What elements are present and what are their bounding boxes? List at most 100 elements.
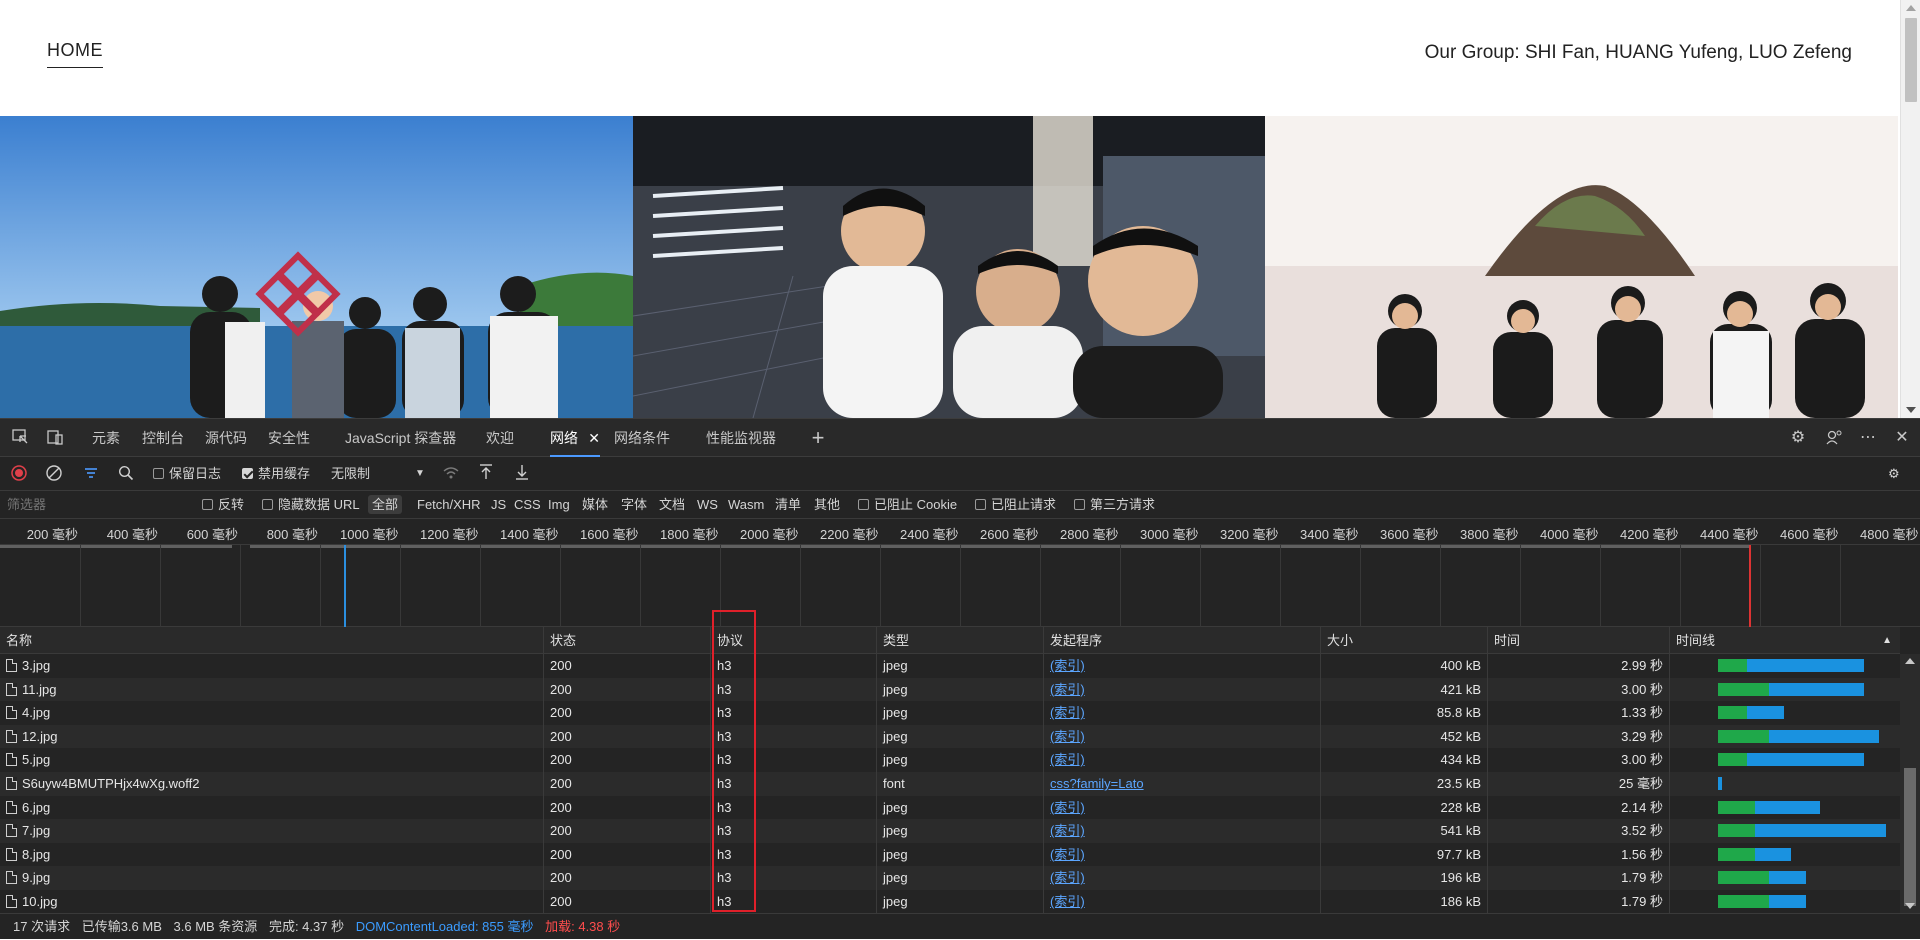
tab-js-profiler[interactable]: JavaScript 探查器 (345, 419, 456, 457)
checkbox-box[interactable] (1074, 499, 1085, 510)
table-row[interactable]: 12.jpg 200 h3 jpeg (索引) 452 kB 3.29 秒 (0, 724, 1900, 749)
cell-initiator[interactable]: (索引) (1044, 819, 1321, 843)
table-row[interactable]: 10.jpg 200 h3 jpeg (索引) 186 kB 1.79 秒 (0, 890, 1900, 913)
filter-type-css[interactable]: CSS (514, 491, 541, 518)
cell-initiator[interactable]: (索引) (1044, 677, 1321, 702)
cell-initiator[interactable]: (索引) (1044, 842, 1321, 867)
checkbox-box[interactable] (202, 499, 213, 510)
more-options-icon[interactable]: ⋯ (1858, 428, 1878, 448)
table-row[interactable]: S6uyw4BMUTPHjx4wXg.woff2 200 h3 font css?fam… (0, 772, 1900, 796)
close-devtools-icon[interactable]: ✕ (1892, 428, 1912, 448)
import-har-icon[interactable] (478, 457, 494, 491)
checkbox-box[interactable] (858, 499, 869, 510)
col-header-waterfall[interactable]: 时间线 ▲ (1670, 627, 1900, 654)
tab-network-conditions[interactable]: 网络条件 (614, 419, 670, 457)
filter-type-wasm[interactable]: Wasm (728, 491, 764, 518)
tab-performance-monitor[interactable]: 性能监视器 (706, 419, 776, 457)
blocked-requests-checkbox[interactable]: 已阻止请求 (975, 491, 1056, 518)
filter-type-media[interactable]: 媒体 (582, 491, 608, 518)
filter-type-font[interactable]: 字体 (621, 491, 647, 518)
checkbox-box[interactable] (975, 499, 986, 510)
network-overview-timeline[interactable]: 200 毫秒 400 毫秒 600 毫秒 800 毫秒 1000 毫秒 1200 毫秒 14… (0, 519, 1920, 627)
close-tab-icon[interactable]: ✕ (588, 419, 600, 457)
hide-data-url-checkbox[interactable]: 隐藏数据 URL (262, 491, 360, 518)
cell-initiator-text[interactable]: (索引) (1050, 870, 1085, 885)
tab-console[interactable]: 控制台 (142, 419, 184, 457)
blocked-cookies-checkbox[interactable]: 已阻止 Cookie (858, 491, 957, 518)
preserve-log-checkbox[interactable]: 保留日志 (153, 457, 221, 491)
photo-group-beach-island[interactable] (1265, 116, 1899, 418)
throttle-select[interactable]: 无限制 ▼ (331, 457, 431, 491)
col-header-protocol[interactable]: 协议 (711, 627, 877, 654)
network-settings-gear-icon[interactable]: ⚙ (1888, 457, 1900, 491)
network-conditions-icon[interactable] (442, 457, 460, 491)
col-header-time[interactable]: 时间 (1488, 627, 1670, 654)
filter-type-all[interactable]: 全部 (368, 491, 403, 518)
page-scroll-thumb[interactable] (1905, 18, 1917, 102)
table-row[interactable]: 5.jpg 200 h3 jpeg (索引) 434 kB 3.00 秒 (0, 748, 1900, 772)
table-row[interactable]: 11.jpg 200 h3 jpeg (索引) 421 kB 3.00 秒 (0, 677, 1900, 702)
cell-initiator-text[interactable]: (索引) (1050, 894, 1085, 909)
nav-home-link[interactable]: HOME (47, 40, 103, 68)
filter-type-img[interactable]: Img (548, 491, 570, 518)
tab-welcome[interactable]: 欢迎 (486, 419, 514, 457)
record-stop-icon[interactable] (11, 457, 27, 491)
cell-initiator-text[interactable]: (索引) (1050, 682, 1085, 697)
table-scrollbar[interactable] (1900, 654, 1920, 913)
col-header-type[interactable]: 类型 (877, 627, 1044, 654)
filter-type-ws[interactable]: WS (697, 491, 718, 518)
table-row[interactable]: 7.jpg 200 h3 jpeg (索引) 541 kB 3.52 秒 (0, 819, 1900, 843)
cell-initiator-text[interactable]: (索引) (1050, 823, 1085, 838)
table-row[interactable]: 3.jpg 200 h3 jpeg (索引) 400 kB 2.99 秒 (0, 654, 1900, 678)
checkbox-box-checked[interactable] (242, 468, 253, 479)
scroll-down-arrow-icon[interactable] (1905, 903, 1915, 909)
table-row[interactable]: 8.jpg 200 h3 jpeg (索引) 97.7 kB 1.56 秒 (0, 842, 1900, 867)
invert-checkbox[interactable]: 反转 (202, 491, 244, 518)
cell-initiator[interactable]: (索引) (1044, 890, 1321, 913)
col-header-status[interactable]: 状态 (544, 627, 711, 654)
cell-initiator[interactable]: (索引) (1044, 724, 1321, 749)
filter-type-fetch-xhr[interactable]: Fetch/XHR (417, 491, 481, 518)
add-tab-icon[interactable]: + (808, 427, 828, 449)
inspect-element-icon[interactable] (10, 428, 30, 448)
third-party-checkbox[interactable]: 第三方请求 (1074, 491, 1155, 518)
cell-initiator-text[interactable]: (索引) (1050, 729, 1085, 744)
photo-group-seaside[interactable] (0, 116, 633, 418)
page-scrollbar[interactable] (1900, 0, 1920, 418)
settings-gear-icon[interactable]: ⚙ (1788, 428, 1808, 448)
cell-initiator-text[interactable]: (索引) (1050, 847, 1085, 862)
table-row[interactable]: 6.jpg 200 h3 jpeg (索引) 228 kB 2.14 秒 (0, 795, 1900, 820)
search-icon[interactable] (118, 457, 134, 491)
cell-initiator-text[interactable]: (索引) (1050, 800, 1085, 815)
disable-cache-checkbox[interactable]: 禁用缓存 (242, 457, 310, 491)
filter-input[interactable] (4, 494, 194, 515)
scroll-up-arrow-icon[interactable] (1906, 5, 1916, 11)
export-har-icon[interactable] (514, 457, 530, 491)
tab-network[interactable]: 网络 ✕ (550, 419, 600, 457)
customize-icon[interactable] (1824, 428, 1844, 448)
cell-initiator-text[interactable]: (索引) (1050, 752, 1085, 767)
filter-type-js[interactable]: JS (491, 491, 506, 518)
table-row[interactable]: 9.jpg 200 h3 jpeg (索引) 196 kB 1.79 秒 (0, 866, 1900, 890)
device-emulation-icon[interactable] (45, 428, 65, 448)
cell-initiator[interactable]: css?family=Lato (1044, 772, 1321, 796)
table-row[interactable]: 4.jpg 200 h3 jpeg (索引) 85.8 kB 1.33 秒 (0, 701, 1900, 725)
filter-type-manifest[interactable]: 清单 (775, 491, 801, 518)
photo-group-night-selfie[interactable] (632, 116, 1266, 418)
cell-initiator-text[interactable]: (索引) (1050, 658, 1085, 673)
cell-initiator-text[interactable]: css?family=Lato (1050, 776, 1144, 791)
filter-type-doc[interactable]: 文档 (659, 491, 685, 518)
col-header-name[interactable]: 名称 (0, 627, 544, 654)
tab-security[interactable]: 安全性 (268, 419, 310, 457)
scroll-up-arrow-icon[interactable] (1905, 658, 1915, 664)
filter-type-other[interactable]: 其他 (814, 491, 840, 518)
cell-initiator[interactable]: (索引) (1044, 654, 1321, 678)
tab-sources[interactable]: 源代码 (205, 419, 247, 457)
checkbox-box[interactable] (153, 468, 164, 479)
clear-icon[interactable] (46, 457, 62, 491)
cell-initiator[interactable]: (索引) (1044, 701, 1321, 725)
filter-icon[interactable] (83, 457, 99, 491)
table-scroll-thumb[interactable] (1904, 768, 1916, 906)
cell-initiator[interactable]: (索引) (1044, 795, 1321, 820)
cell-initiator-text[interactable]: (索引) (1050, 705, 1085, 720)
